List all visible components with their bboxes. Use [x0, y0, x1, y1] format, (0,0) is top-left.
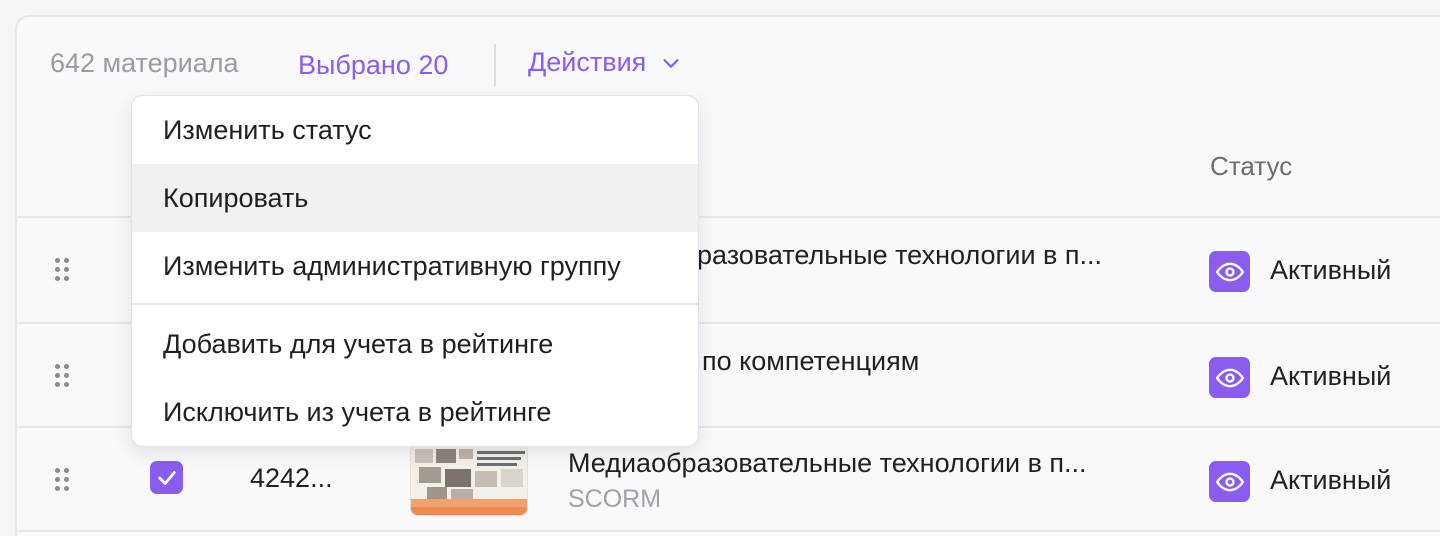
row-id: 4242...	[250, 463, 333, 493]
status-toggle[interactable]	[1209, 251, 1250, 292]
actions-label: Действия	[528, 47, 647, 77]
divider	[17, 530, 1440, 532]
eye-icon	[1215, 368, 1244, 387]
status-label: Активный	[1270, 255, 1392, 285]
selected-count-link[interactable]: Выбрано 20	[298, 50, 448, 81]
actions-menu: Изменить статус Копировать Изменить адми…	[131, 95, 699, 447]
menu-divider	[132, 303, 698, 305]
checkmark-icon	[157, 470, 176, 485]
menu-item-copy[interactable]: Копировать	[132, 164, 698, 232]
material-thumbnail[interactable]	[410, 444, 528, 516]
drag-handle-icon[interactable]	[55, 364, 75, 390]
menu-item-change-status[interactable]: Изменить статус	[132, 96, 698, 164]
chevron-down-icon	[663, 58, 679, 68]
status-toggle[interactable]	[1209, 357, 1250, 398]
eye-icon	[1215, 262, 1244, 281]
row-title[interactable]: разовательные технологии в п...	[697, 240, 1102, 271]
status-label: Активный	[1270, 361, 1392, 391]
menu-item-exclude-from-rating[interactable]: Исключить из учета в рейтинге	[132, 378, 698, 446]
drag-handle-icon[interactable]	[55, 258, 75, 284]
menu-item-add-to-rating[interactable]: Добавить для учета в рейтинге	[132, 310, 698, 378]
status-label: Активный	[1270, 465, 1392, 495]
eye-icon	[1215, 472, 1244, 491]
drag-handle-icon[interactable]	[55, 468, 75, 494]
row-checkbox[interactable]	[150, 461, 183, 494]
menu-item-change-admin-group[interactable]: Изменить административную группу	[132, 232, 698, 300]
actions-dropdown-button[interactable]: Действия	[528, 47, 682, 78]
materials-count: 642 материала	[50, 48, 239, 78]
column-header-status[interactable]: Статус	[1210, 151, 1292, 182]
row-type: SCORM	[568, 485, 662, 513]
row-title[interactable]: Медиаобразовательные технологии в п...	[568, 448, 1087, 479]
toolbar-divider	[494, 44, 496, 86]
status-toggle[interactable]	[1209, 461, 1250, 502]
row-title[interactable]: по компетенциям	[702, 346, 919, 377]
thumbnail-image	[411, 445, 527, 515]
